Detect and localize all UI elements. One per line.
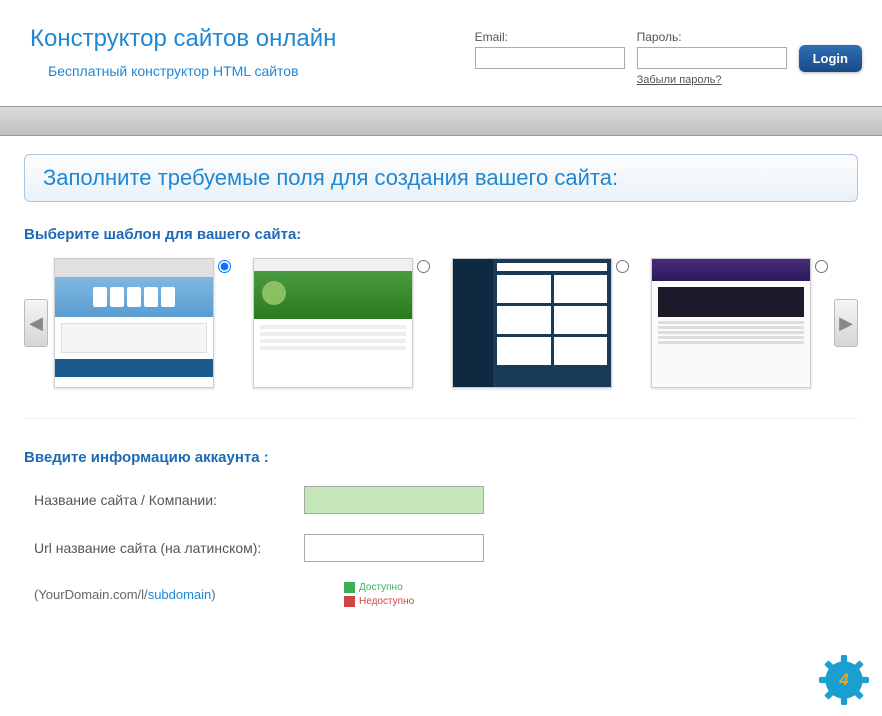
template-radio-2[interactable] bbox=[417, 260, 430, 273]
template-radio-1[interactable] bbox=[218, 260, 231, 273]
chevron-left-icon: ◀ bbox=[29, 313, 43, 334]
forgot-password-link[interactable]: Забыли пароль? bbox=[637, 74, 787, 86]
divider-bar bbox=[0, 106, 882, 136]
template-item bbox=[452, 258, 629, 388]
brand-subtitle: Бесплатный конструктор HTML сайтов bbox=[48, 63, 336, 79]
template-carousel: ◀ bbox=[24, 258, 858, 419]
domain-subdomain: subdomain bbox=[148, 587, 212, 602]
legend-unavailable: Недоступно bbox=[344, 596, 414, 607]
brand-block: Конструктор сайтов онлайн Бесплатный кон… bbox=[30, 25, 336, 86]
legend-box-red bbox=[344, 596, 355, 607]
site-name-row: Название сайта / Компании: bbox=[24, 486, 858, 514]
url-name-label: Url название сайта (на латинском): bbox=[24, 540, 304, 556]
site-name-label: Название сайта / Компании: bbox=[24, 492, 304, 508]
carousel-next-button[interactable]: ▶ bbox=[834, 299, 858, 347]
legend-available-text: Доступно bbox=[359, 582, 403, 593]
template-thumbnail-2[interactable] bbox=[253, 258, 413, 388]
template-radio-4[interactable] bbox=[815, 260, 828, 273]
template-thumbnail-3[interactable] bbox=[452, 258, 612, 388]
template-item bbox=[651, 258, 828, 388]
main-content: Заполните требуемые поля для создания ва… bbox=[0, 136, 882, 625]
template-item bbox=[253, 258, 430, 388]
legend-available: Доступно bbox=[344, 582, 414, 593]
password-input[interactable] bbox=[637, 47, 787, 69]
template-section-heading: Выберите шаблон для вашего сайта: bbox=[24, 226, 858, 243]
account-info-section: Введите информацию аккаунта : Название с… bbox=[24, 449, 858, 607]
availability-legend: Доступно Недоступно bbox=[344, 582, 414, 607]
domain-hint: (YourDomain.com/l/subdomain) bbox=[24, 587, 304, 602]
domain-prefix: (YourDomain.com/l/ bbox=[34, 587, 148, 602]
login-button[interactable]: Login bbox=[799, 45, 862, 72]
template-radio-3[interactable] bbox=[616, 260, 629, 273]
brand-title: Конструктор сайтов онлайн bbox=[30, 25, 336, 53]
svg-text:4: 4 bbox=[838, 670, 848, 689]
password-field-group: Пароль: Забыли пароль? bbox=[637, 30, 787, 86]
settings-widget[interactable]: 4 bbox=[818, 654, 870, 706]
password-label: Пароль: bbox=[637, 30, 787, 44]
site-name-input[interactable] bbox=[304, 486, 484, 514]
chevron-right-icon: ▶ bbox=[839, 313, 853, 334]
header: Конструктор сайтов онлайн Бесплатный кон… bbox=[0, 0, 882, 106]
template-thumbnail-1[interactable] bbox=[54, 258, 214, 388]
legend-unavailable-text: Недоступно bbox=[359, 596, 414, 607]
url-name-input[interactable] bbox=[304, 534, 484, 562]
domain-hint-row: (YourDomain.com/l/subdomain) Доступно Не… bbox=[24, 582, 858, 607]
email-field-group: Email: bbox=[475, 30, 625, 69]
email-label: Email: bbox=[475, 30, 625, 44]
login-area: Email: Пароль: Забыли пароль? Login bbox=[475, 25, 862, 86]
template-thumbnail-4[interactable] bbox=[651, 258, 811, 388]
url-name-row: Url название сайта (на латинском): bbox=[24, 534, 858, 562]
instruction-box: Заполните требуемые поля для создания ва… bbox=[24, 154, 858, 202]
legend-box-green bbox=[344, 582, 355, 593]
gear-icon: 4 bbox=[818, 654, 870, 706]
email-input[interactable] bbox=[475, 47, 625, 69]
account-section-heading: Введите информацию аккаунта : bbox=[24, 449, 858, 466]
carousel-prev-button[interactable]: ◀ bbox=[24, 299, 48, 347]
domain-suffix: ) bbox=[211, 587, 215, 602]
template-list bbox=[54, 258, 828, 388]
template-item bbox=[54, 258, 231, 388]
